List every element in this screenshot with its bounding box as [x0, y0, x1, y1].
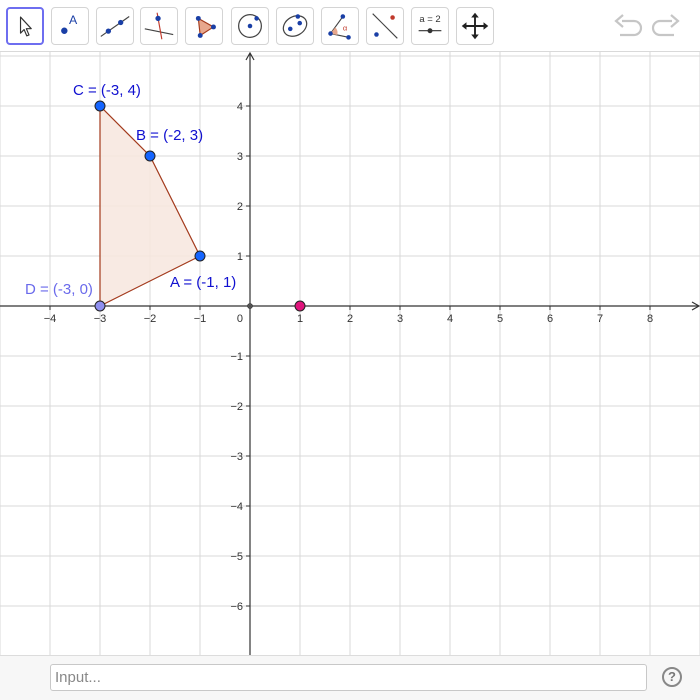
perpendicular-line-icon	[144, 12, 174, 40]
angle-tool-button[interactable]: α	[321, 7, 359, 45]
slider-icon: a = 2	[418, 14, 442, 34]
point-label-A: A = (-1, 1)	[170, 274, 236, 291]
x-tick-label: 7	[597, 313, 603, 325]
x-tick-label: 4	[447, 313, 453, 325]
y-tick-label: −3	[230, 451, 243, 463]
point-tool-label: A	[69, 13, 78, 27]
point-P[interactable]	[294, 300, 306, 312]
x-tick-label: −3	[94, 313, 107, 325]
x-tick-label: 8	[647, 313, 653, 325]
point-label-C: C = (-3, 4)	[73, 82, 141, 99]
undo-button[interactable]	[612, 12, 644, 42]
coordinate-plane[interactable]: −4 −3 −2 −1 1 2 3 4 5 6 7 8 4 3 2 1 −1 −2 −3 −4 −5 −6 0 A = (-1…	[0, 52, 700, 655]
circle-icon	[238, 14, 262, 38]
cursor-arrow-icon	[19, 16, 32, 37]
move-graphics-view-tool-button[interactable]	[456, 7, 494, 45]
redo-button[interactable]	[650, 12, 682, 42]
reflect-tool-button[interactable]	[366, 7, 404, 45]
y-tick-label: −1	[230, 351, 243, 363]
point-icon: A	[61, 13, 78, 34]
move-tool-button[interactable]	[6, 7, 44, 45]
perpendicular-line-tool-button[interactable]	[140, 7, 178, 45]
polygon-icon	[195, 15, 216, 38]
move-arrows-icon	[461, 12, 489, 40]
point-B[interactable]	[144, 150, 156, 162]
x-tick-label: 3	[397, 313, 403, 325]
slider-tool-button[interactable]: a = 2	[411, 7, 449, 45]
x-tick-label: 6	[547, 313, 553, 325]
y-tick-label: 2	[237, 201, 243, 213]
help-icon: ?	[668, 669, 676, 684]
ellipse-tool-button[interactable]	[276, 7, 314, 45]
x-tick-label: 5	[497, 313, 503, 325]
line-tool-button[interactable]	[96, 7, 134, 45]
x-tick-label: −1	[194, 313, 207, 325]
x-tick-label: 2	[347, 313, 353, 325]
redo-icon	[651, 14, 680, 37]
input-bar: ?	[0, 655, 700, 700]
line-icon	[100, 16, 130, 37]
y-tick-label: −6	[230, 601, 243, 613]
point-tool-button[interactable]: A	[51, 7, 89, 45]
y-tick-label: −5	[230, 551, 243, 563]
point-D[interactable]	[94, 300, 106, 312]
graphics-view[interactable]: −4 −3 −2 −1 1 2 3 4 5 6 7 8 4 3 2 1 −1 −2 −3 −4 −5 −6 0 A = (-1…	[0, 52, 700, 655]
ellipse-icon	[282, 14, 308, 37]
angle-tool-label: α	[343, 24, 348, 33]
slider-tool-label: a = 2	[419, 14, 440, 25]
polygon-tool-button[interactable]	[185, 7, 223, 45]
x-tick-label: −2	[144, 313, 157, 325]
input-field[interactable]	[50, 664, 647, 691]
y-tick-label: 1	[237, 251, 243, 263]
undo-icon	[614, 14, 643, 37]
circle-tool-button[interactable]	[231, 7, 269, 45]
x-tick-label: −4	[44, 313, 57, 325]
reflect-about-line-icon	[372, 13, 398, 39]
y-tick-label: 4	[237, 101, 243, 113]
x-tick-label: 1	[297, 313, 303, 325]
point-A[interactable]	[194, 250, 206, 262]
help-button[interactable]: ?	[662, 667, 682, 687]
y-tick-label: −2	[230, 401, 243, 413]
point-label-D: D = (-3, 0)	[25, 281, 93, 298]
toolbar: A α a = 2	[0, 0, 700, 52]
y-tick-label: −4	[230, 501, 243, 513]
origin-label: 0	[237, 313, 243, 325]
angle-icon: α	[328, 14, 351, 40]
point-label-B: B = (-2, 3)	[136, 127, 203, 144]
point-C[interactable]	[94, 100, 106, 112]
y-tick-label: 3	[237, 151, 243, 163]
